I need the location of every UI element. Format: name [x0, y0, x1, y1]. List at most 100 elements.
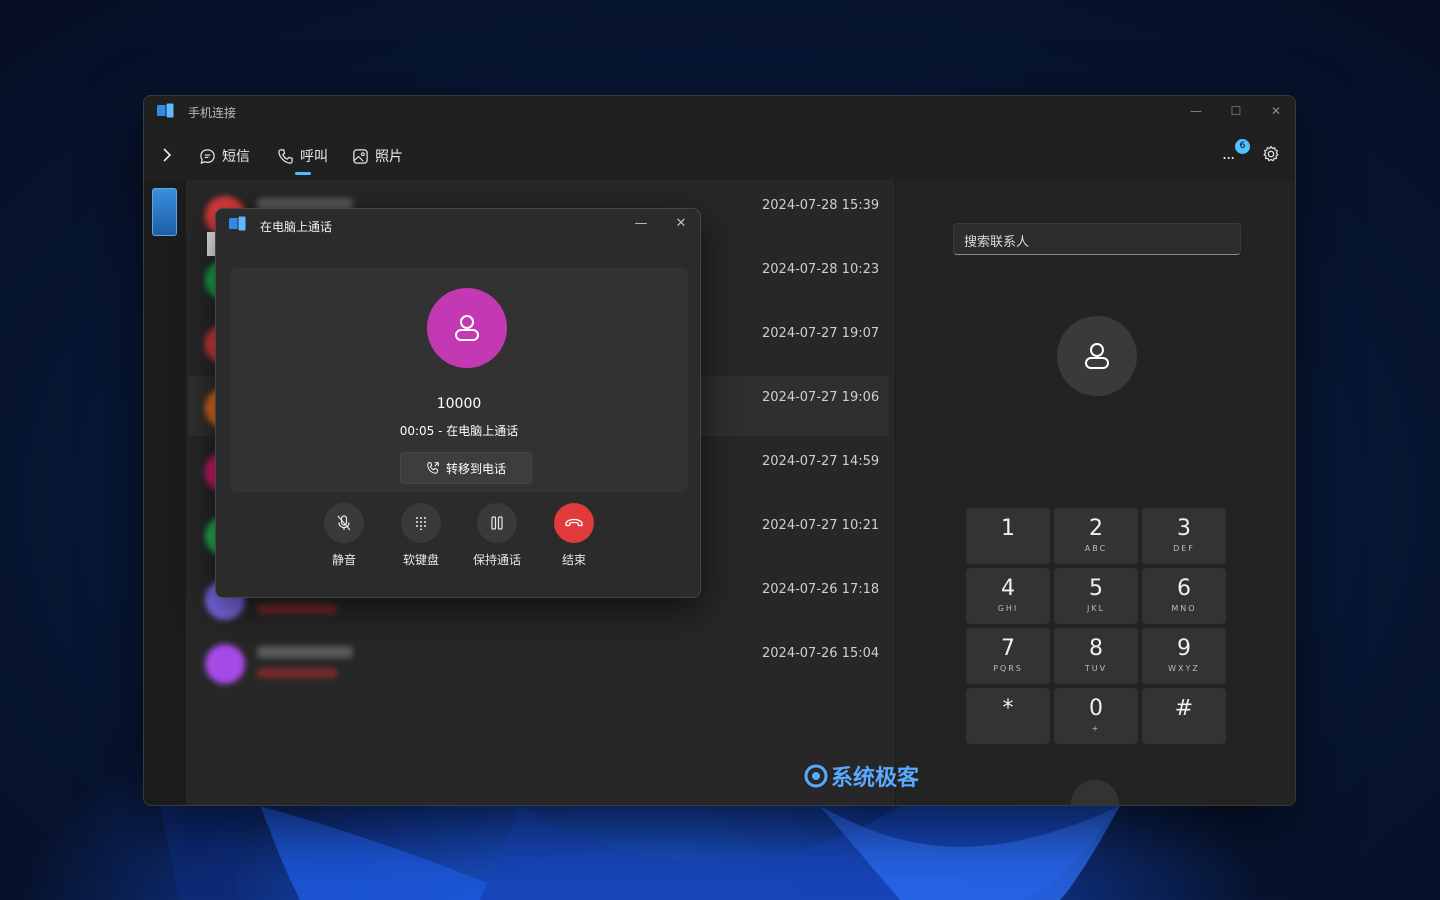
- maximize-button[interactable]: ☐: [1216, 100, 1256, 122]
- dial-key-digit: 7: [1001, 636, 1015, 661]
- mute-button[interactable]: 静音: [314, 503, 374, 568]
- search-contacts-input[interactable]: 搜索联系人: [953, 223, 1241, 255]
- hang-up-icon: [565, 518, 583, 527]
- dial-key[interactable]: 2 ABC: [1054, 508, 1138, 564]
- dial-key[interactable]: 7 PQRS: [966, 628, 1050, 684]
- dial-key-digit: 5: [1089, 576, 1103, 601]
- mic-off-icon: [337, 515, 351, 531]
- phone-transfer-icon: [427, 462, 439, 474]
- photo-icon: [353, 148, 368, 164]
- app-title: 手机连接: [188, 106, 237, 120]
- dial-key-letters: TUV: [1084, 664, 1108, 673]
- dial-key-letters: +: [1091, 724, 1101, 733]
- dial-key[interactable]: 3 DEF: [1142, 508, 1226, 564]
- dial-key[interactable]: 6 MNO: [1142, 568, 1226, 624]
- call-time: 2024-07-26 17:18: [762, 582, 880, 597]
- dial-key[interactable]: 1: [966, 508, 1050, 564]
- dial-key[interactable]: 0 +: [1054, 688, 1138, 744]
- transfer-to-phone-button[interactable]: 转移到电话: [400, 452, 532, 484]
- minimize-button[interactable]: —: [1176, 100, 1216, 122]
- top-nav: 短信 呼叫 照片 ...: [144, 136, 1295, 176]
- end-call-button[interactable]: 结束: [544, 503, 604, 568]
- dial-key[interactable]: #: [1142, 688, 1226, 744]
- dial-key-letters: ABC: [1084, 544, 1108, 553]
- pause-icon: [491, 516, 503, 530]
- active-tab-indicator: [295, 172, 311, 175]
- call-status: 00:05 - 在电脑上通话: [399, 424, 519, 438]
- contact-name-redacted: [257, 646, 353, 658]
- tab-messages[interactable]: 短信: [199, 144, 250, 168]
- dial-key[interactable]: *: [966, 688, 1050, 744]
- call-time: 2024-07-27 14:59: [762, 454, 880, 469]
- message-icon: [200, 148, 215, 164]
- person-icon: [1085, 343, 1109, 369]
- caller-avatar: [427, 288, 507, 368]
- dial-key-digit: 9: [1177, 636, 1191, 661]
- call-type-redacted: [257, 668, 337, 678]
- dial-keypad: 1 2 ABC 3 DEF 4 GHI 5 JKL 6 MNO 7 PQRS 8 TUV 9 WXYZ * 0 + #: [966, 508, 1228, 744]
- dial-key-digit: 1: [1001, 516, 1015, 541]
- dial-key[interactable]: 4 GHI: [966, 568, 1050, 624]
- tab-calls[interactable]: 呼叫: [277, 144, 328, 168]
- tab-calls-label: 呼叫: [300, 149, 328, 165]
- phone-link-logo-icon: [229, 216, 247, 232]
- dialer-pane: 搜索联系人 1 2 ABC 3 DEF 4 GHI 5 JKL 6 MNO 7 PQRS 8 TUV 9 WXY…: [895, 180, 1295, 805]
- transfer-label: 转移到电话: [445, 461, 506, 476]
- hold-label: 保持通话: [472, 553, 521, 567]
- caller-card: 10000 00:05 - 在电脑上通话 转移到电话: [230, 268, 688, 492]
- call-type-redacted: [257, 604, 337, 614]
- watermark-text: 系统极客: [831, 766, 920, 791]
- device-sidebar: [144, 180, 186, 805]
- dial-key-digit: *: [1002, 696, 1014, 721]
- gear-icon[interactable]: [1262, 145, 1280, 163]
- dial-key-digit: 6: [1177, 576, 1191, 601]
- dial-key-digit: 0: [1089, 696, 1103, 721]
- dial-key-letters: GHI: [997, 604, 1019, 613]
- watermark-logo-icon: [804, 764, 828, 788]
- call-on-pc-dialog: 在电脑上通话 — ✕ 10000 00:05 - 在电脑上通话 转移到电话 静音…: [215, 208, 701, 598]
- dial-key-letters: PQRS: [993, 664, 1023, 673]
- watermark: 系统极客: [803, 760, 919, 792]
- contact-avatar: [1057, 316, 1137, 396]
- contact-avatar: [205, 644, 245, 684]
- dial-key[interactable]: 8 TUV: [1054, 628, 1138, 684]
- keypad-button[interactable]: 软键盘: [391, 503, 451, 568]
- dial-key-digit: 4: [1001, 576, 1015, 601]
- phone-link-logo-icon: [157, 103, 175, 119]
- call-time: 2024-07-27 10:21: [762, 518, 880, 533]
- end-label: 结束: [561, 553, 586, 567]
- dial-key-letters: MNO: [1171, 604, 1197, 613]
- dial-key-letters: JKL: [1086, 604, 1106, 613]
- dial-call-button[interactable]: [1071, 780, 1119, 805]
- dial-key-digit: 2: [1089, 516, 1103, 541]
- dial-key[interactable]: 9 WXYZ: [1142, 628, 1226, 684]
- notification-badge: 6: [1235, 139, 1250, 154]
- close-button[interactable]: ✕: [1256, 100, 1295, 122]
- call-time: 2024-07-28 15:39: [762, 198, 880, 213]
- dialog-close-button[interactable]: ✕: [666, 213, 696, 235]
- phone-thumbnail[interactable]: [152, 188, 177, 236]
- person-icon: [455, 315, 479, 341]
- title-bar: 手机连接 — ☐ ✕: [144, 96, 1295, 126]
- chevron-right-icon[interactable]: [156, 144, 178, 166]
- dial-key-digit: #: [1174, 696, 1194, 721]
- call-row[interactable]: 2024-07-26 15:04: [189, 632, 889, 692]
- caller-number: 10000: [436, 396, 482, 412]
- mute-label: 静音: [331, 553, 356, 567]
- call-time: 2024-07-27 19:07: [762, 326, 880, 341]
- dial-key-digit: 8: [1089, 636, 1103, 661]
- tab-photos-label: 照片: [375, 149, 403, 165]
- dial-key-letters: WXYZ: [1168, 664, 1200, 673]
- hold-button[interactable]: 保持通话: [467, 503, 527, 568]
- dial-key-digit: 3: [1177, 516, 1191, 541]
- tab-messages-label: 短信: [222, 149, 250, 165]
- tab-photos[interactable]: 照片: [352, 144, 403, 168]
- call-time: 2024-07-26 15:04: [762, 646, 880, 661]
- call-time: 2024-07-28 10:23: [762, 262, 880, 277]
- phone-icon: [278, 148, 293, 164]
- partial-header-glyph: [207, 232, 215, 256]
- dialog-minimize-button[interactable]: —: [626, 213, 656, 235]
- dialpad-icon: [416, 517, 426, 530]
- dial-key[interactable]: 5 JKL: [1054, 568, 1138, 624]
- dial-key-letters: DEF: [1173, 544, 1195, 553]
